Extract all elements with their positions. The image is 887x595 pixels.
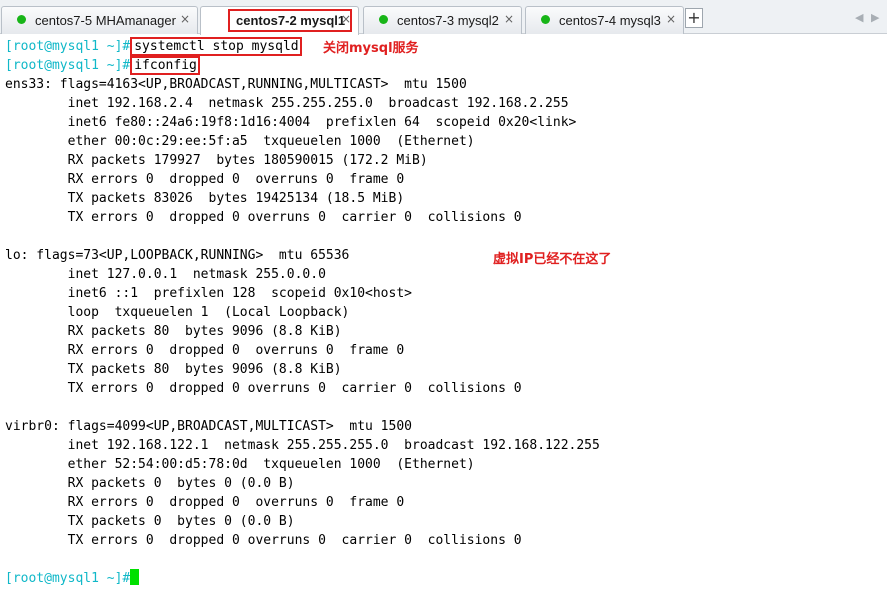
shell-prompt: [root@mysql1 ~]# [5,571,131,586]
output-line: ether 00:0c:29:ee:5f:a5 txqueuelen 1000 … [5,134,475,149]
output-line: RX errors 0 dropped 0 overruns 0 frame 0 [5,495,405,510]
terminal-output[interactable]: [root@mysql1 ~]# systemctl stop mysqld [r… [0,36,887,595]
output-line: TX packets 80 bytes 9096 (8.8 KiB) [5,362,342,377]
output-line: inet 127.0.0.1 netmask 255.0.0.0 [5,267,326,282]
output-line: ens33: flags=4163<UP,BROADCAST,RUNNING,M… [5,77,467,92]
annotation-stop-mysql: 关闭mysql服务 [323,41,419,56]
current-prompt-line: [root@mysql1 ~]# [5,569,140,588]
scroll-tabs-left-icon[interactable]: ◀ [855,11,863,24]
shell-prompt: [root@mysql1 ~]# [5,39,131,54]
tab-centos7-3-mysql2[interactable]: centos7-3 mysql2 × [363,6,522,34]
tab-label: centos7-3 mysql2 [397,13,499,28]
connected-status-icon [17,15,26,24]
output-line: inet6 fe80::24a6:19f8:1d16:4004 prefixle… [5,115,577,130]
close-icon[interactable]: × [666,12,676,26]
tab-centos7-4-mysql3[interactable]: centos7-4 mysql3 × [525,6,684,34]
output-line: loop txqueuelen 1 (Local Loopback) [5,305,350,320]
command-line-2: [root@mysql1 ~]# ifconfig [5,56,200,75]
close-icon[interactable]: × [180,12,190,26]
output-line: RX packets 179927 bytes 180590015 (172.2… [5,153,428,168]
tab-centos7-2-mysql1[interactable]: centos7-2 mysql1 × [200,6,359,35]
output-line: RX errors 0 dropped 0 overruns 0 frame 0 [5,172,405,187]
add-tab-button[interactable]: + [685,8,703,28]
close-icon[interactable]: × [504,12,514,26]
output-line: TX errors 0 dropped 0 overruns 0 carrier… [5,533,522,548]
output-line: TX errors 0 dropped 0 overruns 0 carrier… [5,381,522,396]
annotation-vip-gone: 虚拟IP已经不在这了 [493,252,612,267]
scroll-tabs-right-icon[interactable]: ▶ [871,11,879,24]
command-line-1: [root@mysql1 ~]# systemctl stop mysqld [5,37,302,56]
output-line: virbr0: flags=4099<UP,BROADCAST,MULTICAS… [5,419,412,434]
output-line: RX packets 0 bytes 0 (0.0 B) [5,476,295,491]
session-tab-bar: centos7-5 MHAmanager × centos7-2 mysql1 … [0,0,887,35]
shell-prompt: [root@mysql1 ~]# [5,58,131,73]
tab-label: centos7-2 mysql1 [228,9,353,32]
output-line: TX packets 0 bytes 0 (0.0 B) [5,514,295,529]
tab-centos7-5-mhamanager[interactable]: centos7-5 MHAmanager × [1,6,198,34]
output-line: RX errors 0 dropped 0 overruns 0 frame 0 [5,343,405,358]
output-line: ether 52:54:00:d5:78:0d txqueuelen 1000 … [5,457,475,472]
tab-label: centos7-5 MHAmanager [35,13,176,28]
connected-status-icon [541,15,550,24]
tab-label: centos7-4 mysql3 [559,13,661,28]
output-line: inet6 ::1 prefixlen 128 scopeid 0x10<hos… [5,286,412,301]
command-text: systemctl stop mysqld [130,37,302,56]
output-line: TX errors 0 dropped 0 overruns 0 carrier… [5,210,522,225]
close-icon[interactable]: × [341,12,351,26]
output-line: inet 192.168.2.4 netmask 255.255.255.0 b… [5,96,569,111]
output-line: RX packets 80 bytes 9096 (8.8 KiB) [5,324,342,339]
text-cursor [130,569,140,585]
output-line: lo: flags=73<UP,LOOPBACK,RUNNING> mtu 65… [5,248,350,263]
output-line: TX packets 83026 bytes 19425134 (18.5 Mi… [5,191,405,206]
command-text: ifconfig [130,56,200,75]
output-line: inet 192.168.122.1 netmask 255.255.255.0… [5,438,600,453]
connected-status-icon [379,15,388,24]
